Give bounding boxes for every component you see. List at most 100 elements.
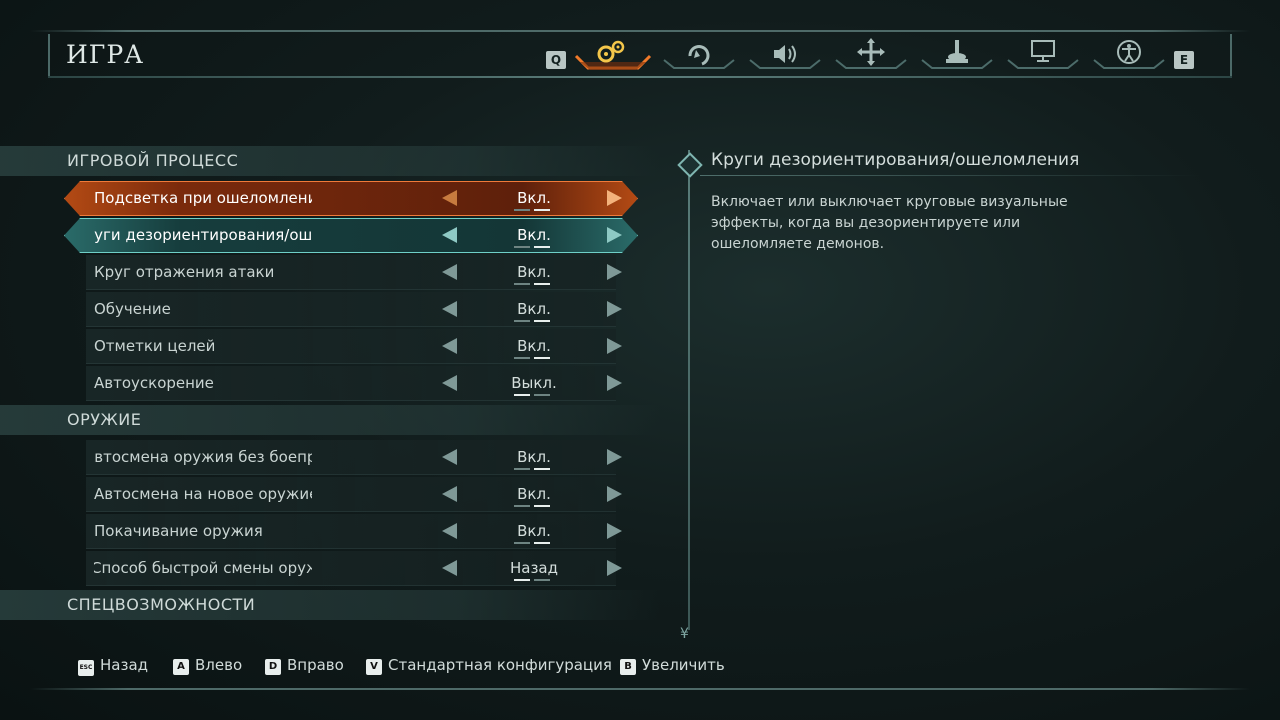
arrow-left-icon[interactable]: [442, 227, 457, 243]
setting-value: Вкл.: [517, 337, 551, 355]
description-underline: [700, 175, 1200, 176]
setting-value: Назад: [509, 559, 558, 577]
value-indicator: [514, 283, 554, 285]
joystick-icon: [921, 40, 993, 69]
value-indicator: [514, 505, 554, 507]
a-key-icon: A: [173, 659, 189, 675]
hint-zoom[interactable]: B Увеличить: [620, 656, 725, 675]
header-underline: [48, 76, 1232, 78]
arrow-left-icon[interactable]: [442, 449, 457, 465]
setting-row-stun-highlight[interactable]: Подсветка при ошеломлении Вкл.: [64, 181, 638, 216]
value-indicator: [514, 579, 554, 581]
arrow-right-icon[interactable]: [607, 523, 622, 539]
arrow-left-icon[interactable]: [442, 264, 457, 280]
gears-icon: [574, 40, 652, 70]
tab-difficulty[interactable]: [660, 38, 738, 72]
hint-left[interactable]: A Влево: [173, 656, 242, 675]
header-right-edge: [1230, 34, 1232, 78]
value-indicator: [514, 468, 554, 470]
turbine-icon: [663, 45, 735, 69]
setting-row-auto-sprint[interactable]: Автоускорение Выкл.: [64, 366, 638, 401]
setting-value: Вкл.: [517, 263, 551, 281]
setting-label: Автосмена оружия без боеприпасов: [94, 448, 312, 466]
v-key-icon: V: [366, 659, 382, 675]
setting-label: Отметки целей: [94, 337, 216, 355]
prev-tab-keycap[interactable]: Q: [546, 51, 566, 69]
tab-gamepad[interactable]: [918, 38, 996, 72]
arrow-right-icon[interactable]: [607, 190, 622, 206]
arrow-left-icon[interactable]: [442, 190, 457, 206]
setting-row-parry-circle[interactable]: Круг отражения атаки Вкл.: [64, 255, 638, 290]
hint-right[interactable]: D Вправо: [265, 656, 344, 675]
section-accessibility-title[interactable]: СПЕЦВОЗМОЖНОСТИ: [67, 595, 255, 614]
tab-audio[interactable]: [746, 38, 824, 72]
setting-row-target-markers[interactable]: Отметки целей Вкл.: [64, 329, 638, 364]
arrow-right-icon[interactable]: [607, 560, 622, 576]
value-indicator: [514, 357, 554, 359]
section-weapons-title: ОРУЖИЕ: [67, 410, 142, 429]
setting-value: Вкл.: [517, 189, 551, 207]
description-title: Круги дезориентирования/ошеломления: [711, 150, 1080, 170]
setting-label: Автоускорение: [94, 374, 214, 392]
speaker-icon: [749, 45, 821, 69]
hint-default-config[interactable]: V Стандартная конфигурация: [366, 656, 612, 675]
d-key-icon: D: [265, 659, 281, 675]
tab-game[interactable]: [574, 38, 652, 72]
setting-row-auto-switch-empty[interactable]: Автосмена оружия без боеприпасов Вкл.: [64, 440, 638, 475]
setting-value: Вкл.: [517, 300, 551, 318]
monitor-icon: [1007, 40, 1079, 69]
setting-row-weapon-sway[interactable]: Покачивание оружия Вкл.: [64, 514, 638, 549]
hint-back[interactable]: ESC Назад: [78, 656, 148, 676]
tab-accessibility[interactable]: [1090, 38, 1168, 72]
setting-label: Покачивание оружия: [94, 522, 263, 540]
arrow-right-icon[interactable]: [607, 375, 622, 391]
setting-row-stun-circles[interactable]: Круги дезориентирования/ошеломления Вкл.: [64, 218, 638, 253]
value-indicator: [514, 320, 554, 322]
arrow-right-icon[interactable]: [607, 301, 622, 317]
arrow-right-icon[interactable]: [607, 227, 622, 243]
setting-row-auto-switch-new[interactable]: Автосмена на новое оружие Вкл.: [64, 477, 638, 512]
setting-label: Круг отражения атаки: [94, 263, 275, 281]
setting-label: Автосмена на новое оружие: [94, 485, 312, 503]
next-tab-keycap[interactable]: E: [1174, 51, 1194, 69]
frame-top-border: [30, 30, 1250, 32]
esc-key-icon: ESC: [78, 660, 94, 676]
settings-tab-bar: Q E: [540, 38, 1200, 74]
move-icon: [835, 38, 907, 69]
page-title: ИГРА: [66, 40, 145, 69]
setting-value: Вкл.: [517, 522, 551, 540]
description-text: Включает или выключает круговые визуальн…: [711, 194, 1068, 252]
tab-controls[interactable]: [832, 38, 910, 72]
value-indicator: [514, 542, 554, 544]
arrow-right-icon[interactable]: [607, 486, 622, 502]
arrow-right-icon[interactable]: [607, 338, 622, 354]
header-left-edge: [48, 34, 50, 78]
setting-label: Обучение: [94, 300, 171, 318]
arrow-left-icon[interactable]: [442, 301, 457, 317]
arrow-left-icon[interactable]: [442, 375, 457, 391]
setting-value: Выкл.: [511, 374, 557, 392]
arrow-right-icon[interactable]: [607, 449, 622, 465]
section-gameplay-title: ИГРОВОЙ ПРОЦЕСС: [67, 151, 239, 170]
setting-label: Подсветка при ошеломлении: [94, 189, 312, 207]
frame-bottom-border: [30, 688, 1250, 690]
arrow-left-icon[interactable]: [442, 486, 457, 502]
setting-label: Способ быстрой смены оружия: [94, 559, 312, 577]
tab-video[interactable]: [1004, 38, 1082, 72]
setting-row-tutorial[interactable]: Обучение Вкл.: [64, 292, 638, 327]
arrow-left-icon[interactable]: [442, 523, 457, 539]
divider-gem-icon: [677, 152, 703, 178]
value-indicator: [514, 246, 554, 248]
setting-value: Вкл.: [517, 226, 551, 244]
setting-value: Вкл.: [517, 485, 551, 503]
setting-label: Круги дезориентирования/ошеломления: [94, 226, 312, 244]
arrow-left-icon[interactable]: [442, 560, 457, 576]
setting-row-quick-switch-mode[interactable]: Способ быстрой смены оружия Назад: [64, 551, 638, 586]
value-indicator: [514, 209, 554, 211]
divider-end-icon: ¥: [680, 626, 689, 642]
arrow-left-icon[interactable]: [442, 338, 457, 354]
b-key-icon: B: [620, 659, 636, 675]
panel-divider: [688, 150, 690, 630]
value-indicator: [514, 394, 554, 396]
arrow-right-icon[interactable]: [607, 264, 622, 280]
